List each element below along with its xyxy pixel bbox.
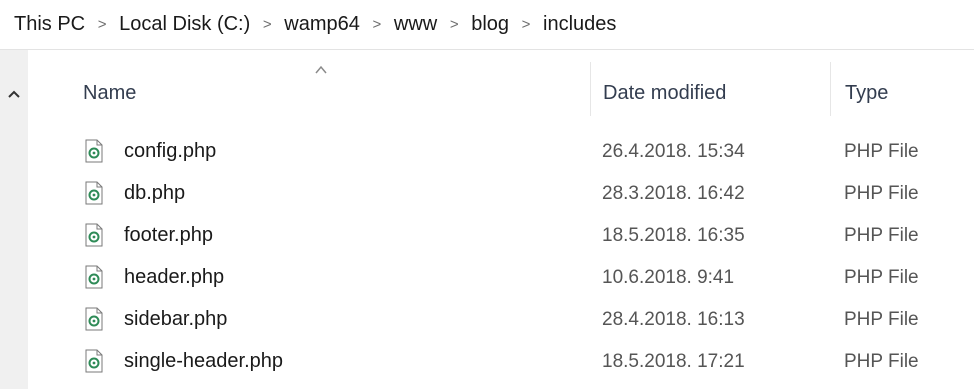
file-type: PHP File (844, 183, 919, 204)
column-header-date-modified[interactable]: Date modified (603, 82, 726, 105)
column-divider[interactable] (830, 62, 831, 116)
file-row-db[interactable]: db.php 28.3.2018. 16:42 PHP File (28, 173, 974, 215)
vertical-scrollbar[interactable] (0, 50, 28, 389)
file-date-modified: 18.5.2018. 16:35 (602, 225, 745, 246)
php-file-icon (85, 181, 103, 210)
file-name: single-header.php (124, 350, 284, 372)
php-file-icon (85, 223, 103, 252)
breadcrumb-item-wamp64[interactable]: wamp64 (284, 13, 360, 36)
chevron-right-icon[interactable]: > (360, 16, 394, 33)
breadcrumb-item-local-disk[interactable]: Local Disk (C:) (119, 13, 250, 36)
scroll-up-icon[interactable] (6, 86, 22, 102)
php-file-icon (85, 265, 103, 294)
breadcrumb-item-www[interactable]: www (394, 13, 437, 36)
php-file-icon (85, 307, 103, 336)
file-name: footer.php (124, 224, 213, 246)
chevron-right-icon[interactable]: > (509, 16, 543, 33)
breadcrumb-item-blog[interactable]: blog (471, 13, 509, 36)
file-row-sidebar[interactable]: sidebar.php 28.4.2018. 16:13 PHP File (28, 299, 974, 341)
column-header-name[interactable]: Name (83, 82, 136, 105)
column-header-type[interactable]: Type (845, 82, 888, 105)
file-name: db.php (124, 182, 186, 204)
file-date-modified: 26.4.2018. 15:34 (602, 141, 745, 162)
file-type: PHP File (844, 351, 919, 372)
breadcrumb-item-includes[interactable]: includes (543, 13, 616, 36)
breadcrumb-item-this-pc[interactable]: This PC (14, 13, 85, 36)
file-date-modified: 10.6.2018. 9:41 (602, 267, 735, 288)
chevron-right-icon[interactable]: > (250, 16, 284, 33)
column-divider[interactable] (590, 62, 591, 116)
file-row-single-header[interactable]: single-header.php 18.5.2018. 17:21 PHP F… (28, 341, 974, 383)
file-type: PHP File (844, 267, 919, 288)
file-type: PHP File (844, 225, 919, 246)
file-date-modified: 18.5.2018. 17:21 (602, 351, 745, 372)
sort-ascending-icon (314, 61, 328, 79)
file-type: PHP File (844, 309, 919, 330)
chevron-right-icon[interactable]: > (85, 16, 119, 33)
file-type: PHP File (844, 141, 919, 162)
file-name: header.php (124, 266, 225, 288)
file-name: config.php (124, 140, 217, 162)
file-row-footer[interactable]: footer.php 18.5.2018. 16:35 PHP File (28, 215, 974, 257)
file-name: sidebar.php (124, 308, 228, 330)
file-date-modified: 28.3.2018. 16:42 (602, 183, 745, 204)
file-row-header[interactable]: header.php 10.6.2018. 9:41 PHP File (28, 257, 974, 299)
chevron-right-icon[interactable]: > (437, 16, 471, 33)
php-file-icon (85, 349, 103, 378)
php-file-icon (85, 139, 103, 168)
file-row-config[interactable]: config.php 26.4.2018. 15:34 PHP File (28, 131, 974, 173)
breadcrumb: This PC > Local Disk (C:) > wamp64 > www… (0, 0, 974, 50)
file-date-modified: 28.4.2018. 16:13 (602, 309, 745, 330)
